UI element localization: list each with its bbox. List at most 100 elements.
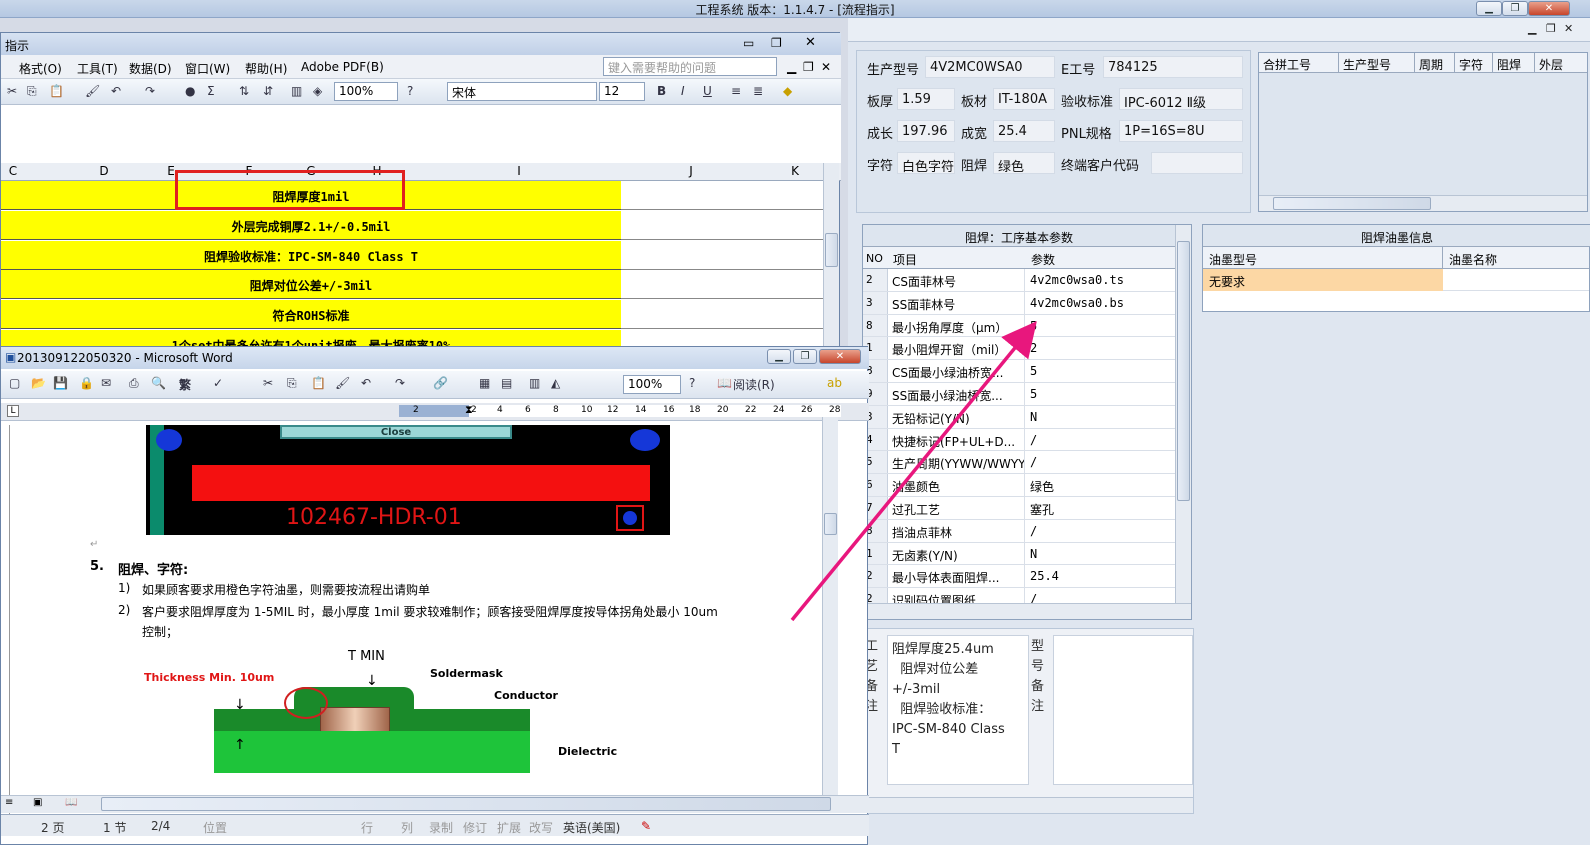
- ink-model-header[interactable]: 油墨型号: [1203, 247, 1443, 269]
- columns-icon[interactable]: ▥: [529, 376, 540, 390]
- length-field[interactable]: 197.96: [897, 120, 955, 142]
- hyperlink-icon[interactable]: ●: [185, 84, 195, 98]
- align-center-icon[interactable]: ≣: [753, 84, 763, 98]
- bold-icon[interactable]: B: [657, 84, 666, 98]
- doc-hscroll-thumb[interactable]: [101, 797, 831, 811]
- param-row[interactable]: 7 过孔工艺 塞孔: [863, 497, 1175, 520]
- doc-scroll-thumb[interactable]: [824, 513, 837, 535]
- underline-icon[interactable]: U: [703, 84, 712, 98]
- paste-icon[interactable]: 📋: [49, 84, 64, 98]
- excel-mdi-close-icon[interactable]: ✕: [821, 60, 831, 74]
- sheet-vscrollbar[interactable]: [823, 163, 839, 363]
- ink-name-header[interactable]: 油墨名称: [1443, 247, 1589, 269]
- item-col-header[interactable]: 项目: [893, 251, 917, 268]
- reading-view-icon[interactable]: 📖: [65, 797, 77, 808]
- sheet-cell-empty[interactable]: [621, 300, 826, 329]
- width-field[interactable]: 25.4: [993, 120, 1055, 142]
- col-header[interactable]: D: [81, 164, 127, 178]
- thickness-field[interactable]: 1.59: [897, 88, 955, 110]
- menu-window[interactable]: 窗口(W): [185, 60, 230, 77]
- status-rec[interactable]: 录制: [429, 819, 453, 836]
- word-paste-icon[interactable]: 📋: [311, 376, 326, 390]
- customer-code-field[interactable]: [1151, 152, 1243, 174]
- param-row[interactable]: 3 无铅标记(Y/N) N: [863, 405, 1175, 429]
- param-value[interactable]: /: [1027, 429, 1175, 451]
- mdi-restore-icon[interactable]: ❐: [1546, 22, 1556, 35]
- status-ovr[interactable]: 改写: [529, 819, 553, 836]
- param-row[interactable]: 3 SS面菲林号 4v2mc0wsa0.bs: [863, 291, 1175, 315]
- merge-col-header[interactable]: 生产型号: [1339, 53, 1415, 73]
- minimize-button[interactable]: ▁: [1476, 1, 1502, 16]
- menu-adobe-pdf[interactable]: Adobe PDF(B): [301, 60, 384, 74]
- sheet-cell-empty[interactable]: [621, 241, 826, 270]
- copy-icon[interactable]: ⎘: [27, 84, 37, 99]
- drawing-icon[interactable]: ◈: [313, 84, 322, 98]
- material-field[interactable]: IT-180A: [993, 88, 1055, 110]
- spelling-icon[interactable]: ✓: [213, 376, 223, 390]
- col-header[interactable]: J: [681, 164, 701, 178]
- standard-field[interactable]: IPC-6012 Ⅱ级: [1119, 88, 1243, 110]
- fill-color-icon[interactable]: ◆: [783, 84, 792, 98]
- open-icon[interactable]: 📂: [31, 376, 46, 390]
- italic-icon[interactable]: I: [681, 84, 685, 98]
- param-value[interactable]: N: [1027, 543, 1175, 565]
- sheet-cell[interactable]: 阻焊对位公差+/-3mil: [1, 270, 621, 299]
- table-icon[interactable]: ▦: [479, 376, 490, 390]
- merge-col-header[interactable]: 阻焊: [1493, 53, 1535, 73]
- doc-vscrollbar[interactable]: [822, 417, 838, 797]
- col-header[interactable]: K: [785, 164, 805, 178]
- merge-col-header[interactable]: 外层: [1535, 53, 1587, 73]
- eno-field[interactable]: 784125: [1103, 56, 1243, 78]
- help-search-input[interactable]: 键入需要帮助的问题: [603, 57, 777, 76]
- word-hyperlink-icon[interactable]: 🔗: [433, 376, 448, 390]
- model-field[interactable]: 4V2MC0WSA0: [925, 56, 1055, 78]
- col-header[interactable]: C: [3, 164, 23, 178]
- excel-close-icon[interactable]: ✕: [805, 35, 816, 50]
- normal-view-icon[interactable]: ≡: [5, 797, 13, 808]
- permission-icon[interactable]: 🔒: [79, 376, 94, 390]
- sheet-cell-empty[interactable]: [621, 181, 826, 210]
- params-scroll-thumb[interactable]: [1177, 241, 1190, 501]
- ink-model-cell[interactable]: 无要求: [1203, 269, 1443, 291]
- param-value[interactable]: 塞孔: [1027, 497, 1175, 519]
- menu-data[interactable]: 数据(D): [129, 60, 172, 77]
- undo-icon[interactable]: ↶: [111, 84, 121, 98]
- excel-mdi-restore-icon[interactable]: ❐: [803, 60, 814, 74]
- word-redo-icon[interactable]: ↷: [395, 376, 405, 390]
- param-value[interactable]: 4v2mc0wsa0.ts: [1027, 269, 1175, 291]
- param-row[interactable]: 4 快捷标记(FP+UL+D... /: [863, 428, 1175, 452]
- param-value[interactable]: 5: [1027, 383, 1175, 405]
- sheet-cell-empty[interactable]: [621, 270, 826, 299]
- format-painter-icon[interactable]: 🖌: [85, 84, 100, 98]
- param-col-header[interactable]: 参数: [1031, 251, 1055, 268]
- word-minimize-button[interactable]: ▁: [767, 349, 791, 364]
- ruler[interactable]: L ⧗ 2 2 4 6 8 10 12 14 16 18 20 22 24 26 28: [1, 403, 869, 421]
- char-field[interactable]: 白色字符: [897, 152, 955, 174]
- col-header[interactable]: I: [509, 164, 529, 178]
- maximize-button[interactable]: ❐: [1502, 1, 1528, 16]
- sheet-cell[interactable]: 阻焊验收标准：IPC-SM-840 Class T: [1, 241, 621, 270]
- redo-icon[interactable]: ↷: [145, 84, 155, 98]
- menu-help[interactable]: 帮助(H): [245, 60, 287, 77]
- word-copy-icon[interactable]: ⎘: [287, 376, 297, 391]
- merge-col-header[interactable]: 周期: [1415, 53, 1455, 73]
- font-size-select[interactable]: 12: [599, 82, 645, 101]
- sort-desc-icon[interactable]: ⇵: [263, 84, 273, 98]
- excel-mdi-min-icon[interactable]: ▁: [787, 60, 796, 74]
- drawing-icon[interactable]: ◭: [551, 376, 560, 390]
- email-icon[interactable]: ✉: [101, 376, 111, 390]
- param-row[interactable]: 1 最小阻焊开窗（mil） 2: [863, 337, 1175, 361]
- word-format-painter-icon[interactable]: 🖌: [335, 376, 350, 390]
- excel-minimize-icon[interactable]: ▭: [743, 36, 754, 50]
- param-row[interactable]: 9 SS面最小绿油桥宽... 5: [863, 383, 1175, 406]
- param-value[interactable]: 2: [1027, 337, 1175, 359]
- excel-zoom-select[interactable]: 100%: [334, 82, 398, 101]
- pnl-field[interactable]: 1P=16S=8U: [1119, 120, 1243, 142]
- close-button[interactable]: ✕: [1528, 1, 1570, 16]
- mdi-minimize-icon[interactable]: ▁: [1528, 22, 1536, 35]
- param-value[interactable]: 25.4: [1027, 565, 1175, 587]
- param-row[interactable]: 8 挡油点菲林 /: [863, 519, 1175, 543]
- font-select[interactable]: 宋体: [447, 82, 597, 101]
- print-icon[interactable]: ⎙: [129, 376, 139, 391]
- params-vscrollbar[interactable]: [1175, 225, 1191, 603]
